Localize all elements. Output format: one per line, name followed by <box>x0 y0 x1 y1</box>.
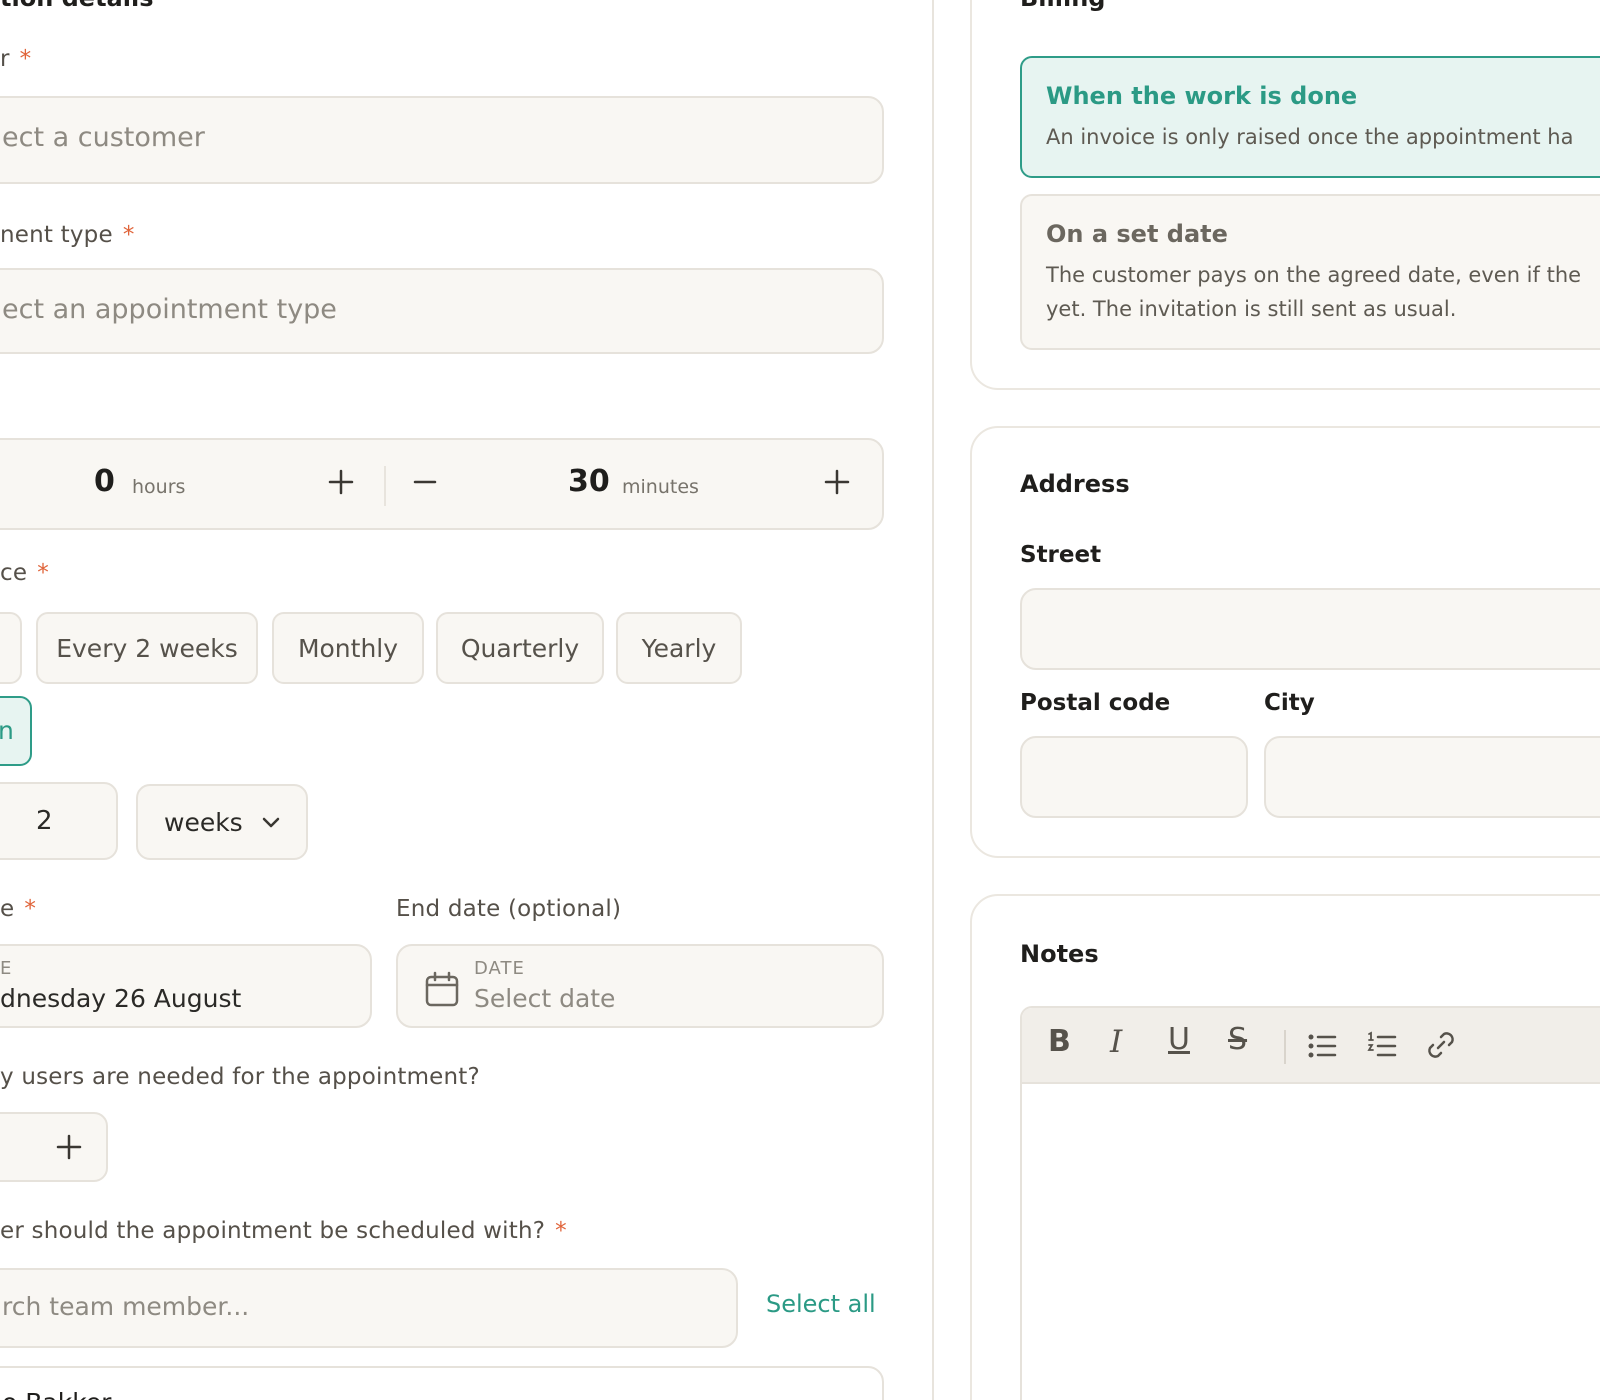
minutes-value: 30 <box>568 464 610 499</box>
underline-icon[interactable]: U <box>1168 1022 1190 1057</box>
billing-option-set-date-title: On a set date <box>1046 220 1228 248</box>
postal-code-label: Postal code <box>1020 690 1171 716</box>
billing-option-set-date-desc-2: yet. The invitation is still sent as usu… <box>1046 297 1457 321</box>
frequency-chip-partial[interactable] <box>0 612 22 684</box>
frequency-chip-monthly[interactable]: Monthly <box>272 612 424 684</box>
hours-plus-button[interactable] <box>326 462 362 502</box>
billing-card: Billing When the work is done An invoice… <box>970 0 1600 390</box>
custom-interval-unit-select[interactable]: weeks <box>136 784 308 860</box>
start-date-field-label: E <box>0 958 13 979</box>
frequency-chip-custom[interactable]: n <box>0 696 32 766</box>
billing-option-work-done[interactable]: When the work is done An invoice is only… <box>1020 56 1600 178</box>
select-all-link[interactable]: Select all <box>766 1290 876 1318</box>
plus-icon <box>328 469 354 495</box>
toolbar-divider <box>1284 1030 1286 1064</box>
hours-value: 0 <box>94 464 115 499</box>
team-member-label: er should the appointment be scheduled w… <box>0 1218 567 1244</box>
italic-icon[interactable]: I <box>1110 1024 1122 1060</box>
minus-icon <box>413 480 437 484</box>
custom-interval-value: 2 <box>36 806 53 836</box>
billing-title: Billing <box>1020 0 1105 12</box>
users-needed-stepper <box>0 1112 108 1182</box>
strikethrough-icon[interactable]: S <box>1228 1022 1247 1057</box>
city-label: City <box>1264 690 1315 716</box>
notes-editor[interactable]: B I U S <box>1020 1006 1600 1400</box>
calendar-icon <box>425 971 459 1007</box>
users-plus-button[interactable] <box>54 1132 90 1168</box>
billing-option-work-done-desc: An invoice is only raised once the appoi… <box>1046 125 1574 149</box>
chevron-down-icon <box>262 817 280 828</box>
users-needed-label: y users are needed for the appointment? <box>0 1064 480 1090</box>
plus-icon <box>56 1134 82 1160</box>
customer-select[interactable]: ect a customer <box>0 96 884 184</box>
team-member-list: o Bakker <box>0 1366 884 1400</box>
frequency-chip-quarterly[interactable]: Quarterly <box>436 612 604 684</box>
end-date-field-label: DATE <box>474 958 525 979</box>
end-date-placeholder: Select date <box>474 984 616 1013</box>
billing-option-set-date-desc-1: The customer pays on the agreed date, ev… <box>1046 263 1582 287</box>
start-date-label: e * <box>0 896 37 922</box>
end-date-label: End date (optional) <box>396 896 622 922</box>
postal-code-input[interactable] <box>1020 736 1248 818</box>
frequency-chip-yearly[interactable]: Yearly <box>616 612 742 684</box>
billing-option-work-done-title: When the work is done <box>1046 82 1358 110</box>
custom-interval-unit-value: weeks <box>164 808 243 837</box>
start-date-field[interactable]: E dnesday 26 August <box>0 944 372 1028</box>
minutes-unit: minutes <box>622 476 699 498</box>
custom-interval-input[interactable]: 2 <box>0 782 118 860</box>
notes-title: Notes <box>1020 940 1099 968</box>
address-card: Address Street Postal code City <box>970 426 1600 858</box>
duration-stepper: 0 hours 30 minutes <box>0 438 884 530</box>
street-input[interactable] <box>1020 588 1600 670</box>
appointment-type-select[interactable]: ect an appointment type <box>0 268 884 354</box>
bullet-list-icon[interactable] <box>1306 1030 1338 1062</box>
frequency-chip-custom-label: n <box>0 716 14 745</box>
billing-option-set-date[interactable]: On a set date The customer pays on the a… <box>1020 194 1600 350</box>
customer-label: r * <box>0 46 32 72</box>
appointment-type-placeholder: ect an appointment type <box>2 294 337 325</box>
customer-placeholder: ect a customer <box>2 122 205 153</box>
duration-divider <box>384 466 386 506</box>
notes-toolbar: B I U S <box>1022 1008 1600 1084</box>
notes-card: Notes B I U S <box>970 894 1600 1400</box>
bold-icon[interactable]: B <box>1048 1024 1071 1059</box>
start-date-value: dnesday 26 August <box>0 984 242 1013</box>
minutes-minus-button[interactable] <box>410 462 446 502</box>
plus-icon <box>824 469 850 495</box>
team-member-search[interactable]: rch team member... <box>0 1268 738 1348</box>
end-date-field[interactable]: DATE Select date <box>396 944 884 1028</box>
section-title: tion details <box>0 0 154 12</box>
team-member-item[interactable]: o Bakker <box>2 1388 111 1400</box>
street-label: Street <box>1020 542 1102 568</box>
numbered-list-icon[interactable] <box>1366 1030 1398 1062</box>
frequency-label: ce * <box>0 560 49 586</box>
minutes-plus-button[interactable] <box>822 462 858 502</box>
address-title: Address <box>1020 470 1130 498</box>
frequency-chip-every-2-weeks[interactable]: Every 2 weeks <box>36 612 258 684</box>
hours-unit: hours <box>132 476 186 498</box>
city-input[interactable] <box>1264 736 1600 818</box>
link-icon[interactable] <box>1424 1028 1458 1062</box>
appointment-type-label: nent type * <box>0 222 135 248</box>
column-divider <box>932 0 934 1400</box>
team-member-search-placeholder: rch team member... <box>2 1292 250 1321</box>
